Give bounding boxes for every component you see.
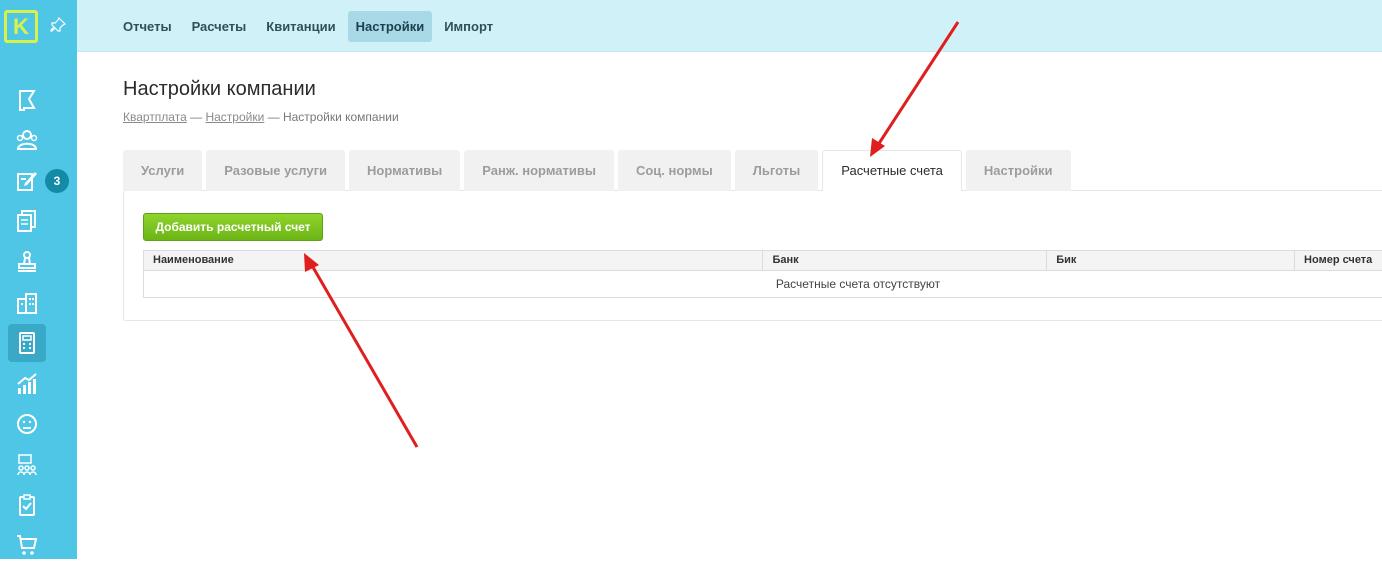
stamp-icon — [18, 251, 36, 272]
page-title: Настройки компании — [123, 78, 316, 100]
tab-bank-accounts[interactable]: Расчетные счета — [822, 150, 962, 191]
column-header-bank[interactable]: Банк — [763, 251, 1048, 270]
tab-services[interactable]: Услуги — [123, 150, 203, 191]
team-icon — [17, 454, 37, 476]
sidebar-item-clipboard[interactable] — [8, 486, 46, 524]
users-icon — [16, 130, 38, 150]
breadcrumb-link-kvartplata[interactable]: Квартплата — [123, 110, 187, 124]
topnav-receipts[interactable]: Квитанции — [258, 11, 343, 42]
sidebar-item-team[interactable] — [8, 446, 46, 484]
calculator-icon — [19, 332, 35, 354]
clipboard-check-icon — [19, 494, 35, 516]
sad-face-icon — [17, 414, 37, 434]
flag-icon — [19, 90, 36, 111]
notification-badge: 3 — [45, 169, 69, 193]
column-header-bik[interactable]: Бик — [1047, 251, 1296, 270]
sidebar-item-flag[interactable] — [8, 81, 46, 119]
tab-social-norms[interactable]: Соц. нормы — [617, 150, 731, 191]
topnav-import[interactable]: Импорт — [436, 11, 501, 42]
tab-one-time-services[interactable]: Разовые услуги — [206, 150, 345, 191]
tab-ranged-norms[interactable]: Ранж. нормативы — [464, 150, 614, 191]
topnav-settings[interactable]: Настройки — [347, 11, 433, 42]
tab-settings[interactable]: Настройки — [965, 150, 1071, 191]
breadcrumb-separator: — — [186, 110, 206, 124]
sidebar: K 3 — [0, 0, 77, 559]
sidebar-item-chart[interactable] — [8, 365, 46, 403]
sidebar-item-edit[interactable] — [8, 162, 46, 200]
tab-benefits[interactable]: Льготы — [734, 150, 819, 191]
empty-table-message: Расчетные счета отсутствуют — [775, 277, 941, 291]
topnav-reports[interactable]: Отчеты — [115, 11, 180, 42]
column-header-account-number[interactable]: Номер счета — [1295, 251, 1382, 270]
breadcrumb-separator: — — [264, 110, 283, 124]
sidebar-item-documents[interactable] — [8, 202, 46, 240]
building-icon — [17, 293, 37, 314]
table-header: Наименование Банк Бик Номер счета — [144, 251, 1382, 271]
chart-icon — [17, 373, 37, 394]
top-nav: Отчеты Расчеты Квитанции Настройки Импор… — [115, 11, 501, 42]
top-navigation-bar: Отчеты Расчеты Квитанции Настройки Импор… — [77, 0, 1382, 52]
tab-norms[interactable]: Нормативы — [349, 150, 461, 191]
breadcrumb-current: Настройки компании — [282, 110, 399, 124]
documents-icon — [17, 210, 36, 232]
bank-accounts-table: Наименование Банк Бик Номер счета Расчет… — [143, 250, 1382, 298]
add-bank-account-button[interactable]: Добавить расчетный счет — [143, 213, 323, 241]
settings-tabs: Услуги Разовые услуги Нормативы Ранж. но… — [123, 150, 1071, 191]
sidebar-item-building[interactable] — [8, 284, 46, 322]
sidebar-item-cart[interactable] — [8, 526, 46, 564]
pin-icon[interactable] — [50, 17, 66, 33]
edit-icon — [17, 172, 37, 191]
sidebar-item-calculator[interactable] — [8, 324, 46, 362]
sidebar-item-stamp[interactable] — [8, 243, 46, 281]
breadcrumb: Квартплата — Настройки — Настройки компа… — [123, 110, 399, 124]
cart-icon — [17, 535, 38, 555]
app-logo[interactable]: K — [4, 10, 38, 43]
column-header-name[interactable]: Наименование — [144, 251, 764, 270]
topnav-calculations[interactable]: Расчеты — [184, 11, 255, 42]
sidebar-item-feedback[interactable] — [8, 405, 46, 443]
breadcrumb-link-settings[interactable]: Настройки — [205, 110, 264, 124]
sidebar-item-users[interactable] — [8, 121, 46, 159]
